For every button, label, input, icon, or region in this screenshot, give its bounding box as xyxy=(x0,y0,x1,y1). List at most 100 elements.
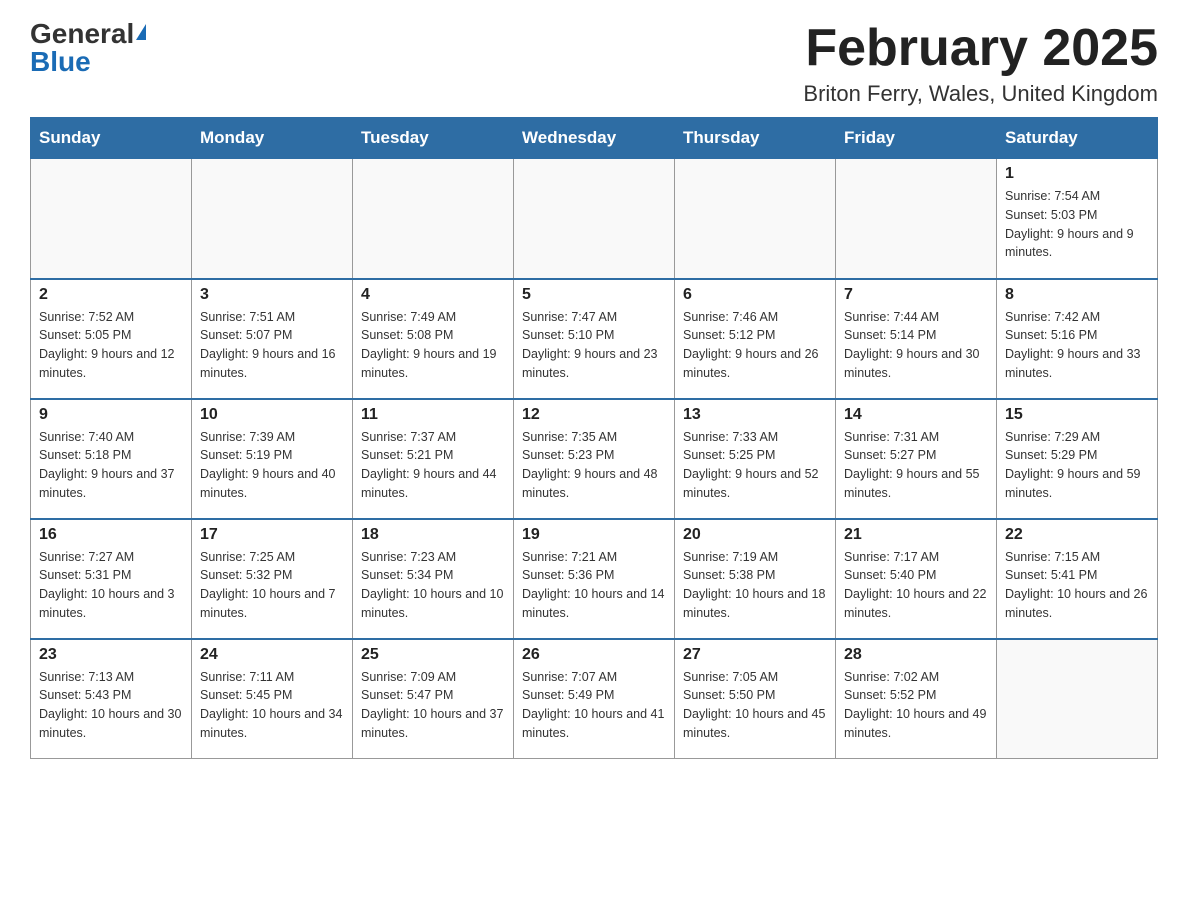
day-info: Sunrise: 7:51 AM Sunset: 5:07 PM Dayligh… xyxy=(200,308,344,383)
day-info: Sunrise: 7:35 AM Sunset: 5:23 PM Dayligh… xyxy=(522,428,666,503)
calendar-day-cell: 10 Sunrise: 7:39 AM Sunset: 5:19 PM Dayli… xyxy=(192,399,353,519)
day-number: 12 xyxy=(522,406,666,424)
day-number: 13 xyxy=(683,406,827,424)
day-info: Sunrise: 7:46 AM Sunset: 5:12 PM Dayligh… xyxy=(683,308,827,383)
day-number: 10 xyxy=(200,406,344,424)
calendar-day-cell: 12 Sunrise: 7:35 AM Sunset: 5:23 PM Dayli… xyxy=(514,399,675,519)
calendar-day-cell: 14 Sunrise: 7:31 AM Sunset: 5:27 PM Dayli… xyxy=(836,399,997,519)
day-info: Sunrise: 7:27 AM Sunset: 5:31 PM Dayligh… xyxy=(39,548,183,623)
day-info: Sunrise: 7:23 AM Sunset: 5:34 PM Dayligh… xyxy=(361,548,505,623)
location-title: Briton Ferry, Wales, United Kingdom xyxy=(803,81,1158,107)
day-number: 3 xyxy=(200,286,344,304)
calendar-week-row: 1 Sunrise: 7:54 AM Sunset: 5:03 PM Daylig… xyxy=(31,159,1158,279)
day-info: Sunrise: 7:33 AM Sunset: 5:25 PM Dayligh… xyxy=(683,428,827,503)
day-info: Sunrise: 7:54 AM Sunset: 5:03 PM Dayligh… xyxy=(1005,187,1149,262)
calendar-day-cell: 2 Sunrise: 7:52 AM Sunset: 5:05 PM Daylig… xyxy=(31,279,192,399)
day-number: 15 xyxy=(1005,406,1149,424)
day-number: 19 xyxy=(522,526,666,544)
calendar-day-cell xyxy=(514,159,675,279)
title-block: February 2025 Briton Ferry, Wales, Unite… xyxy=(803,20,1158,107)
day-number: 4 xyxy=(361,286,505,304)
calendar-day-cell: 3 Sunrise: 7:51 AM Sunset: 5:07 PM Daylig… xyxy=(192,279,353,399)
calendar-day-cell: 28Sunrise: 7:02 AM Sunset: 5:52 PM Dayli… xyxy=(836,639,997,759)
day-info: Sunrise: 7:31 AM Sunset: 5:27 PM Dayligh… xyxy=(844,428,988,503)
calendar-day-cell: 7Sunrise: 7:44 AM Sunset: 5:14 PM Daylig… xyxy=(836,279,997,399)
weekday-header-wednesday: Wednesday xyxy=(514,118,675,159)
day-info: Sunrise: 7:19 AM Sunset: 5:38 PM Dayligh… xyxy=(683,548,827,623)
day-info: Sunrise: 7:09 AM Sunset: 5:47 PM Dayligh… xyxy=(361,668,505,743)
logo-blue-text: Blue xyxy=(30,48,91,76)
calendar-day-cell xyxy=(836,159,997,279)
logo-general-text: General xyxy=(30,20,134,48)
day-info: Sunrise: 7:17 AM Sunset: 5:40 PM Dayligh… xyxy=(844,548,988,623)
day-info: Sunrise: 7:21 AM Sunset: 5:36 PM Dayligh… xyxy=(522,548,666,623)
day-info: Sunrise: 7:47 AM Sunset: 5:10 PM Dayligh… xyxy=(522,308,666,383)
day-info: Sunrise: 7:15 AM Sunset: 5:41 PM Dayligh… xyxy=(1005,548,1149,623)
day-info: Sunrise: 7:49 AM Sunset: 5:08 PM Dayligh… xyxy=(361,308,505,383)
calendar-day-cell: 18 Sunrise: 7:23 AM Sunset: 5:34 PM Dayli… xyxy=(353,519,514,639)
day-info: Sunrise: 7:07 AM Sunset: 5:49 PM Dayligh… xyxy=(522,668,666,743)
calendar-day-cell xyxy=(353,159,514,279)
calendar-day-cell: 6 Sunrise: 7:46 AM Sunset: 5:12 PM Daylig… xyxy=(675,279,836,399)
day-number: 20 xyxy=(683,526,827,544)
day-info: Sunrise: 7:25 AM Sunset: 5:32 PM Dayligh… xyxy=(200,548,344,623)
day-info: Sunrise: 7:05 AM Sunset: 5:50 PM Dayligh… xyxy=(683,668,827,743)
logo-triangle-icon xyxy=(136,24,146,40)
calendar-table: SundayMondayTuesdayWednesdayThursdayFrid… xyxy=(30,117,1158,759)
day-info: Sunrise: 7:40 AM Sunset: 5:18 PM Dayligh… xyxy=(39,428,183,503)
day-info: Sunrise: 7:13 AM Sunset: 5:43 PM Dayligh… xyxy=(39,668,183,743)
calendar-day-cell: 4 Sunrise: 7:49 AM Sunset: 5:08 PM Daylig… xyxy=(353,279,514,399)
calendar-day-cell xyxy=(31,159,192,279)
logo: General Blue xyxy=(30,20,146,76)
weekday-header-sunday: Sunday xyxy=(31,118,192,159)
weekday-header-monday: Monday xyxy=(192,118,353,159)
calendar-day-cell xyxy=(997,639,1158,759)
weekday-header-tuesday: Tuesday xyxy=(353,118,514,159)
calendar-day-cell: 9 Sunrise: 7:40 AM Sunset: 5:18 PM Daylig… xyxy=(31,399,192,519)
calendar-day-cell xyxy=(192,159,353,279)
calendar-week-row: 16Sunrise: 7:27 AM Sunset: 5:31 PM Dayli… xyxy=(31,519,1158,639)
calendar-day-cell: 24Sunrise: 7:11 AM Sunset: 5:45 PM Dayli… xyxy=(192,639,353,759)
day-info: Sunrise: 7:52 AM Sunset: 5:05 PM Dayligh… xyxy=(39,308,183,383)
day-number: 25 xyxy=(361,646,505,664)
calendar-day-cell: 15 Sunrise: 7:29 AM Sunset: 5:29 PM Dayli… xyxy=(997,399,1158,519)
calendar-day-cell: 19 Sunrise: 7:21 AM Sunset: 5:36 PM Dayli… xyxy=(514,519,675,639)
day-number: 9 xyxy=(39,406,183,424)
day-number: 27 xyxy=(683,646,827,664)
calendar-day-cell xyxy=(675,159,836,279)
weekday-header-thursday: Thursday xyxy=(675,118,836,159)
calendar-day-cell: 13 Sunrise: 7:33 AM Sunset: 5:25 PM Dayli… xyxy=(675,399,836,519)
calendar-day-cell: 23 Sunrise: 7:13 AM Sunset: 5:43 PM Dayli… xyxy=(31,639,192,759)
day-number: 23 xyxy=(39,646,183,664)
calendar-week-row: 2 Sunrise: 7:52 AM Sunset: 5:05 PM Daylig… xyxy=(31,279,1158,399)
calendar-day-cell: 16Sunrise: 7:27 AM Sunset: 5:31 PM Dayli… xyxy=(31,519,192,639)
calendar-day-cell: 21Sunrise: 7:17 AM Sunset: 5:40 PM Dayli… xyxy=(836,519,997,639)
page-header: General Blue February 2025 Briton Ferry,… xyxy=(30,20,1158,107)
day-info: Sunrise: 7:37 AM Sunset: 5:21 PM Dayligh… xyxy=(361,428,505,503)
day-info: Sunrise: 7:29 AM Sunset: 5:29 PM Dayligh… xyxy=(1005,428,1149,503)
calendar-day-cell: 22Sunrise: 7:15 AM Sunset: 5:41 PM Dayli… xyxy=(997,519,1158,639)
day-number: 1 xyxy=(1005,165,1149,183)
day-number: 14 xyxy=(844,406,988,424)
weekday-header-friday: Friday xyxy=(836,118,997,159)
calendar-day-cell: 27 Sunrise: 7:05 AM Sunset: 5:50 PM Dayli… xyxy=(675,639,836,759)
calendar-day-cell: 8Sunrise: 7:42 AM Sunset: 5:16 PM Daylig… xyxy=(997,279,1158,399)
day-number: 18 xyxy=(361,526,505,544)
day-info: Sunrise: 7:39 AM Sunset: 5:19 PM Dayligh… xyxy=(200,428,344,503)
day-info: Sunrise: 7:11 AM Sunset: 5:45 PM Dayligh… xyxy=(200,668,344,743)
month-title: February 2025 xyxy=(803,20,1158,77)
day-number: 17 xyxy=(200,526,344,544)
day-number: 11 xyxy=(361,406,505,424)
day-number: 2 xyxy=(39,286,183,304)
calendar-week-row: 23 Sunrise: 7:13 AM Sunset: 5:43 PM Dayli… xyxy=(31,639,1158,759)
weekday-header-row: SundayMondayTuesdayWednesdayThursdayFrid… xyxy=(31,118,1158,159)
day-info: Sunrise: 7:42 AM Sunset: 5:16 PM Dayligh… xyxy=(1005,308,1149,383)
calendar-day-cell: 20 Sunrise: 7:19 AM Sunset: 5:38 PM Dayli… xyxy=(675,519,836,639)
calendar-day-cell: 1 Sunrise: 7:54 AM Sunset: 5:03 PM Daylig… xyxy=(997,159,1158,279)
calendar-day-cell: 11 Sunrise: 7:37 AM Sunset: 5:21 PM Dayli… xyxy=(353,399,514,519)
day-number: 28 xyxy=(844,646,988,664)
day-number: 6 xyxy=(683,286,827,304)
calendar-day-cell: 5Sunrise: 7:47 AM Sunset: 5:10 PM Daylig… xyxy=(514,279,675,399)
calendar-day-cell: 25 Sunrise: 7:09 AM Sunset: 5:47 PM Dayli… xyxy=(353,639,514,759)
calendar-week-row: 9 Sunrise: 7:40 AM Sunset: 5:18 PM Daylig… xyxy=(31,399,1158,519)
